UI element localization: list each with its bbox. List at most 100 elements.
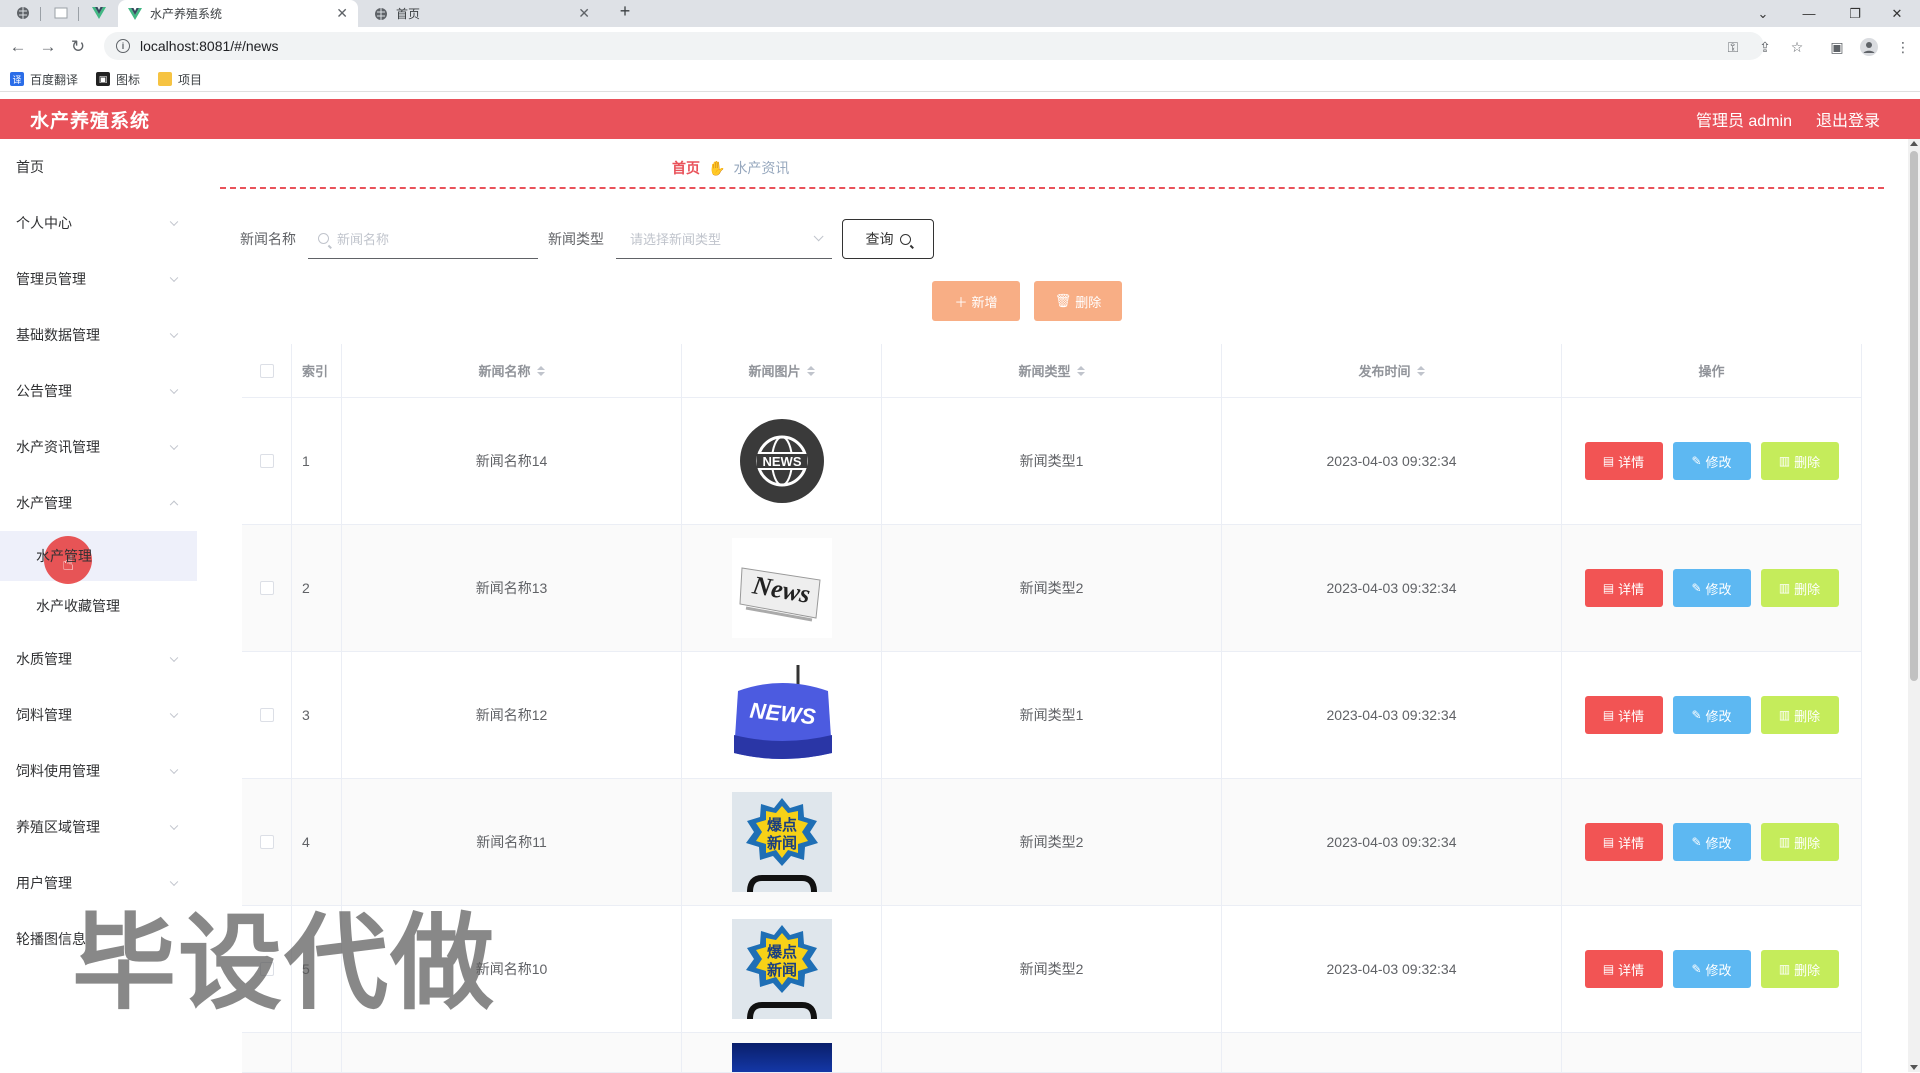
restore-icon[interactable]: ❐ [1832, 0, 1878, 27]
news-thumbnail-breaking[interactable]: 爆点 新闻 [731, 919, 832, 1019]
row-checkbox[interactable] [259, 708, 274, 722]
forward-icon[interactable]: → [33, 32, 63, 62]
delete-button[interactable]: ▥ 删除 [1760, 569, 1839, 607]
edit-button[interactable]: ✎ 修改 [1672, 950, 1751, 988]
star-icon[interactable]: ☆ [1782, 33, 1812, 61]
trash-icon: ▥ [1778, 962, 1791, 976]
logout-button[interactable]: 退出登录 [1816, 107, 1880, 131]
news-thumbnail-breaking[interactable]: 爆点 新闻 [731, 792, 832, 892]
detail-button[interactable]: ▤ 详情 [1584, 442, 1663, 480]
tab-active[interactable]: 水产养殖系统 ✕ [118, 0, 358, 27]
news-thumbnail-key[interactable]: NEWS [731, 665, 832, 765]
add-button[interactable]: ＋新增 [932, 281, 1020, 321]
detail-button[interactable]: ▤ 详情 [1584, 569, 1663, 607]
delete-button[interactable]: ▥ 删除 [1760, 696, 1839, 734]
delete-button[interactable]: ▥ 删除 [1760, 442, 1839, 480]
news-type-select[interactable]: 请选择新闻类型 [616, 219, 832, 259]
edit-button[interactable]: ✎ 修改 [1672, 442, 1751, 480]
reload-icon[interactable]: ↻ [63, 32, 93, 62]
sidebar-item-home[interactable]: 首页 [0, 139, 197, 195]
hand-icon: ✋ [708, 159, 726, 176]
new-tab-icon[interactable]: + [614, 1, 636, 21]
col-type[interactable]: 新闻类型 [882, 344, 1222, 397]
profile-icon[interactable] [1854, 33, 1884, 61]
sidebar-item-admin[interactable]: 管理员管理 [0, 251, 197, 307]
back-icon[interactable]: ← [3, 32, 33, 62]
edit-button[interactable]: ✎ 修改 [1672, 569, 1751, 607]
sort-icon[interactable] [1416, 365, 1425, 376]
page-scrollbar[interactable] [1908, 139, 1920, 1072]
search-icon [899, 233, 911, 245]
sort-icon[interactable] [806, 365, 815, 376]
sidebar-item-feed[interactable]: 饲料管理 [0, 687, 197, 743]
bookmark-icons[interactable]: ▣ 图标 [96, 71, 140, 88]
tab-title: 水产养殖系统 [150, 7, 223, 21]
trash-icon: ▥ [1778, 581, 1791, 595]
tab-home[interactable]: 首页 ✕ [364, 0, 600, 27]
detail-button[interactable]: ▤ 详情 [1584, 823, 1663, 861]
delete-button[interactable]: ▥ 删除 [1760, 950, 1839, 988]
vue-icon[interactable] [88, 4, 110, 22]
edit-button[interactable]: ✎ 修改 [1672, 696, 1751, 734]
sidebar-item-breeding-area[interactable]: 养殖区域管理 [0, 799, 197, 855]
detail-button[interactable]: ▤ 详情 [1584, 950, 1663, 988]
close-icon[interactable]: ✕ [336, 5, 348, 22]
row-checkbox[interactable] [259, 835, 274, 849]
app-header: 水产养殖系统 管理员 admin 退出登录 [0, 99, 1920, 139]
edit-button[interactable]: ✎ 修改 [1672, 823, 1751, 861]
sidebar-item-aquatic[interactable]: 水产管理 [0, 475, 197, 531]
sidebar-subitem-aquatic-manage[interactable]: ☝ 水产管理 [0, 531, 197, 584]
sidebar-item-personal-center[interactable]: 个人中心 [0, 195, 197, 251]
tab-search-icon[interactable]: ⌄ [1740, 0, 1786, 27]
blank-tab-icon[interactable] [50, 4, 72, 22]
menu-icon[interactable]: ⋮ [1888, 33, 1918, 61]
pencil-icon: ✎ [1691, 581, 1702, 595]
minimize-icon[interactable]: — [1786, 0, 1832, 27]
sort-icon[interactable] [536, 365, 545, 376]
sidepanel-icon[interactable]: ▣ [1822, 33, 1852, 61]
sidebar-item-notice[interactable]: 公告管理 [0, 363, 197, 419]
news-thumbnail-newspaper[interactable]: News [731, 538, 832, 638]
globe-icon[interactable] [12, 4, 34, 22]
breadcrumb-home[interactable]: 首页 [672, 158, 700, 178]
col-name[interactable]: 新闻名称 [342, 344, 682, 397]
select-all-checkbox[interactable] [259, 363, 274, 378]
scrollbar-thumb[interactable] [1910, 151, 1918, 681]
close-window-icon[interactable]: ✕ [1874, 0, 1920, 27]
close-icon[interactable]: ✕ [578, 5, 590, 22]
search-form: 新闻名称 新闻名称 新闻类型 请选择新闻类型 查询 [240, 218, 934, 260]
share-icon[interactable]: ⇪ [1750, 33, 1780, 61]
sidebar-subitem-aquatic-favorites[interactable]: 水产收藏管理 [0, 581, 197, 631]
delete-button[interactable]: ▥ 删除 [1760, 823, 1839, 861]
scroll-down-icon[interactable] [1910, 1065, 1918, 1070]
query-button[interactable]: 查询 [842, 219, 934, 259]
news-thumbnail-dark[interactable] [731, 1043, 832, 1072]
sidebar-item-water-quality[interactable]: 水质管理 [0, 631, 197, 687]
key-icon[interactable]: ⚿ [1718, 33, 1748, 61]
sidebar-item-news[interactable]: 水产资讯管理 [0, 419, 197, 475]
news-name-input[interactable]: 新闻名称 [308, 219, 538, 259]
trash-icon: ▥ [1778, 708, 1791, 722]
row-checkbox[interactable] [259, 454, 274, 468]
current-user: 管理员 admin [1695, 113, 1792, 130]
svg-text:新闻: 新闻 [766, 961, 796, 979]
batch-delete-button[interactable]: 🗑 删除 [1034, 281, 1122, 321]
url-input[interactable]: i localhost:8081/#/news [104, 32, 1764, 60]
svg-text:新闻: 新闻 [766, 834, 796, 852]
col-image[interactable]: 新闻图片 [682, 344, 882, 397]
sidebar-item-basic-data[interactable]: 基础数据管理 [0, 307, 197, 363]
sort-icon[interactable] [1076, 365, 1085, 376]
row-checkbox[interactable] [259, 581, 274, 595]
document-icon: ▤ [1602, 835, 1615, 849]
chevron-down-icon [169, 709, 179, 719]
info-icon[interactable]: i [116, 39, 130, 53]
scroll-up-icon[interactable] [1910, 141, 1918, 146]
bookmark-baidu-translate[interactable]: 译 百度翻译 [10, 71, 78, 88]
bookmark-projects[interactable]: 项目 [158, 71, 202, 88]
detail-button[interactable]: ▤ 详情 [1584, 696, 1663, 734]
sidebar-item-feed-usage[interactable]: 饲料使用管理 [0, 743, 197, 799]
news-type: 新闻类型2 [1019, 834, 1084, 850]
col-time[interactable]: 发布时间 [1222, 344, 1562, 397]
news-thumbnail-globe[interactable]: NEWS [732, 411, 832, 511]
table-header: 索引 新闻名称 新闻图片 新闻类型 发布时间 操作 [242, 344, 1862, 398]
